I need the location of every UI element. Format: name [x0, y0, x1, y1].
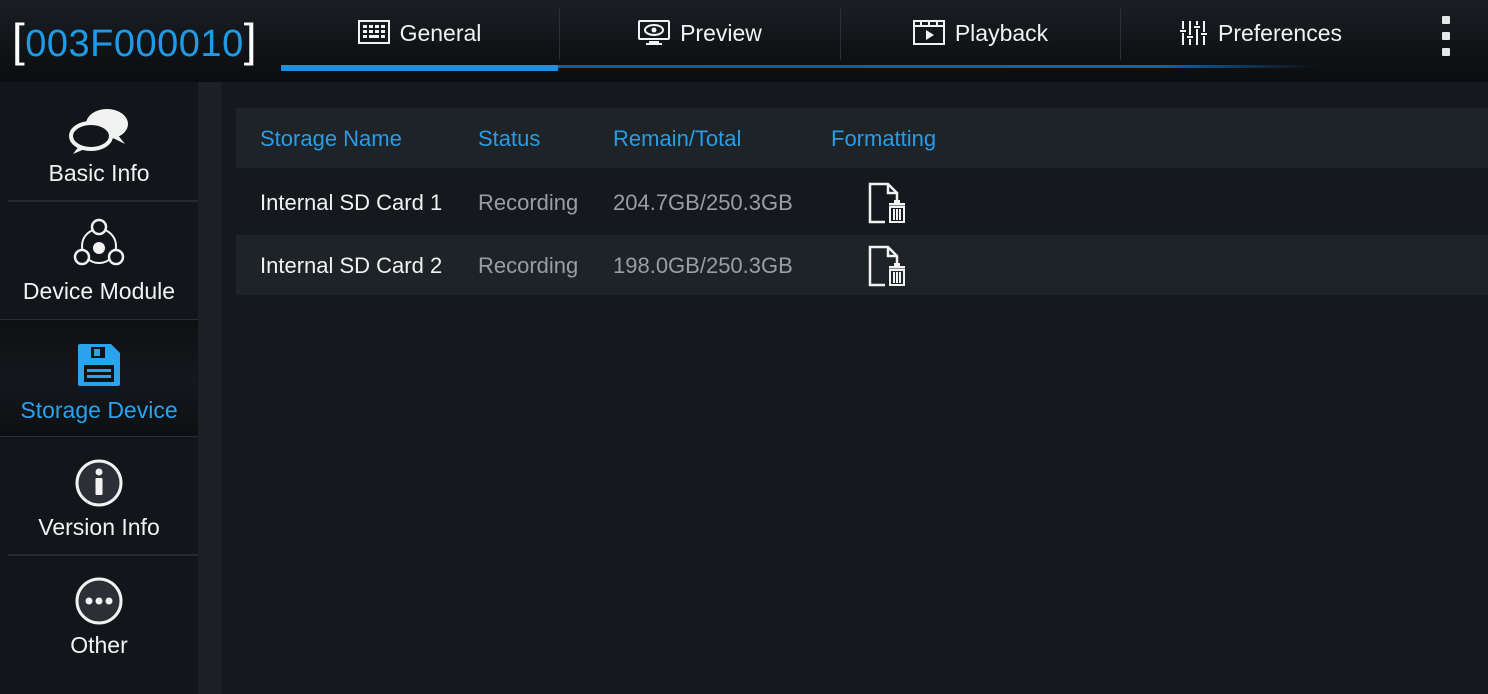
column-header-remain-total: Remain/Total	[613, 126, 742, 151]
sidebar-item-device-module[interactable]: Device Module	[0, 202, 198, 318]
tab-general-label: General	[399, 19, 482, 46]
general-icon	[357, 20, 390, 44]
storage-panel: Storage Name Status Remain/Total Formatt…	[222, 82, 1488, 694]
remain-total-cell: 198.0GB/250.3GB	[613, 253, 793, 278]
storage-name-cell: Internal SD Card 1	[260, 190, 443, 215]
chat-bubbles-icon	[69, 109, 128, 154]
floppy-disk-icon	[78, 344, 120, 386]
tab-preview-label: Preview	[680, 19, 762, 46]
sidebar-item-label: Version Info	[38, 514, 160, 540]
tab-general[interactable]: General	[281, 0, 558, 66]
bracket-close: ]	[243, 14, 257, 66]
tab-active-indicator	[281, 65, 558, 71]
tab-playback[interactable]: Playback	[841, 0, 1120, 66]
app-window: [003F000010] General Preview Playback Pr…	[0, 0, 1488, 694]
sidebar-item-label: Basic Info	[48, 160, 150, 186]
info-icon	[75, 459, 123, 507]
sidebar-edge	[198, 82, 222, 694]
sidebar-item-label: Other	[70, 632, 128, 658]
tab-preferences[interactable]: Preferences	[1121, 0, 1401, 66]
status-cell: Recording	[478, 190, 579, 215]
storage-name-cell: Internal SD Card 2	[260, 253, 443, 278]
sidebar-item-storage-device[interactable]: Storage Device	[0, 319, 198, 437]
more-horizontal-icon	[75, 577, 123, 625]
more-vertical-icon[interactable]	[1433, 16, 1459, 56]
sidebar-item-basic-info[interactable]: Basic Info	[0, 92, 198, 208]
sidebar-item-other[interactable]: Other	[0, 556, 198, 672]
format-button[interactable]	[868, 182, 908, 224]
remain-total-cell: 204.7GB/250.3GB	[613, 190, 793, 215]
sidebar-item-label: Storage Device	[20, 397, 178, 423]
top-bar: [003F000010] General Preview Playback Pr…	[0, 0, 1488, 82]
table-row: Internal SD Card 1 Recording 204.7GB/250…	[236, 172, 1488, 232]
column-header-status: Status	[478, 126, 541, 151]
table-header: Storage Name Status Remain/Total Formatt…	[236, 108, 1488, 168]
column-header-storage-name: Storage Name	[260, 126, 402, 151]
preferences-icon	[1179, 21, 1207, 45]
format-button[interactable]	[868, 245, 908, 287]
preview-icon	[638, 20, 671, 45]
sidebar-item-label: Device Module	[22, 278, 176, 304]
column-header-formatting: Formatting	[831, 126, 937, 151]
tab-playback-label: Playback	[954, 19, 1049, 46]
format-delete-icon	[868, 245, 907, 287]
device-id-label: [003F000010]	[12, 12, 257, 68]
status-cell: Recording	[478, 253, 579, 278]
tab-preferences-label: Preferences	[1217, 19, 1342, 46]
playback-icon	[912, 20, 945, 45]
module-icon	[73, 218, 125, 266]
format-delete-icon	[868, 182, 907, 224]
bracket-open: [	[12, 14, 26, 66]
sidebar-item-version-info[interactable]: Version Info	[0, 438, 198, 554]
table-row: Internal SD Card 2 Recording 198.0GB/250…	[236, 235, 1488, 295]
tab-preview[interactable]: Preview	[560, 0, 840, 66]
device-id-text: 003F000010	[25, 23, 244, 65]
